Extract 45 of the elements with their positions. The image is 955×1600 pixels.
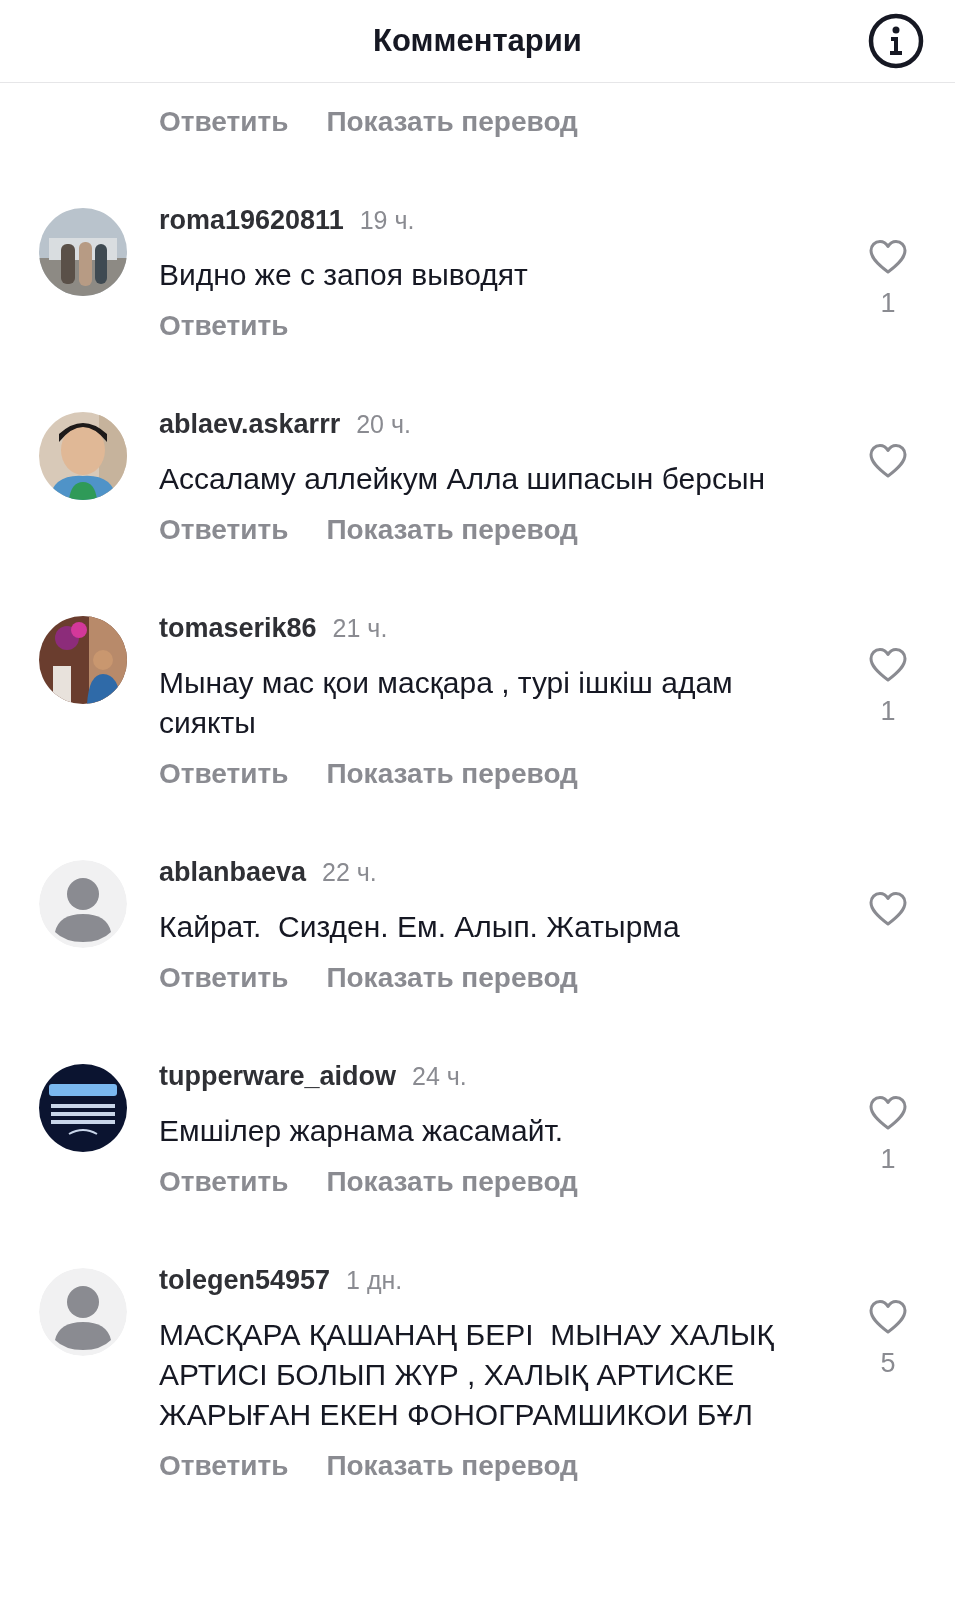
comment-text: Ассаламу аллейкум Алла шипасын берсын bbox=[159, 461, 766, 497]
comment-time: 22 ч. bbox=[322, 857, 377, 888]
reply-link[interactable]: Ответить bbox=[159, 102, 289, 142]
like-count: 5 bbox=[880, 1348, 896, 1379]
info-icon[interactable] bbox=[867, 12, 925, 70]
heart-icon[interactable] bbox=[868, 1298, 908, 1336]
reply-link[interactable]: Ответить bbox=[159, 1162, 289, 1202]
heart-icon[interactable] bbox=[868, 646, 908, 684]
reply-link[interactable]: Ответить bbox=[159, 958, 289, 998]
like-count: 1 bbox=[880, 288, 896, 319]
comment-text: Видно же с запоя выводят bbox=[159, 257, 529, 293]
default-avatar-icon bbox=[39, 1268, 127, 1356]
header-title: Комментарии bbox=[373, 23, 582, 59]
username[interactable]: tupperware_aidow bbox=[159, 1058, 397, 1094]
heart-icon[interactable] bbox=[868, 238, 908, 276]
translate-link[interactable]: Показать перевод bbox=[326, 1446, 578, 1486]
translate-link[interactable]: Показать перевод bbox=[326, 958, 578, 998]
comment-text: МАСҚАРА ҚАШАНАҢ БЕРІ МЫНАУ ХАЛЫҚ АРТИСІ БОЛЫП ЖҮР , ХАЛЫҚ АРТИСКЕ ЖАРЫҒАН ЕКЕН ФОНОГРАМШИКОИ БҰЛ bbox=[159, 1317, 775, 1433]
like-count: 1 bbox=[880, 1144, 896, 1175]
translate-link[interactable]: Показать перевод bbox=[326, 102, 578, 142]
reply-link[interactable]: Ответить bbox=[159, 1446, 289, 1486]
reply-link[interactable]: Ответить bbox=[159, 510, 289, 550]
username[interactable]: tolegen54957 bbox=[159, 1262, 331, 1298]
username[interactable]: tomaserik86 bbox=[159, 610, 317, 646]
reply-link[interactable]: Ответить bbox=[159, 754, 289, 794]
comment-text: Емшілер жарнама жасамайт. bbox=[159, 1113, 565, 1149]
heart-icon[interactable] bbox=[868, 890, 908, 928]
translate-link[interactable]: Показать перевод bbox=[326, 1162, 578, 1202]
reply-link[interactable]: Ответить bbox=[159, 306, 289, 346]
username[interactable]: roma19620811 bbox=[159, 202, 344, 238]
comment-text: Мынау мас қои масқара , турі ішкіш адам сиякты bbox=[159, 665, 734, 741]
username[interactable]: ablanbaeva bbox=[159, 854, 307, 890]
default-avatar-icon bbox=[39, 860, 127, 948]
translate-link[interactable]: Показать перевод bbox=[326, 754, 578, 794]
username[interactable]: ablaev.askarrr bbox=[159, 406, 341, 442]
heart-icon[interactable] bbox=[868, 442, 908, 480]
heart-icon[interactable] bbox=[868, 1094, 908, 1132]
comment-text: Кайрат. Сизден. Ем. Алып. Жатырма bbox=[159, 909, 681, 945]
comment-time: 20 ч. bbox=[356, 409, 411, 440]
like-count: 1 bbox=[880, 696, 896, 727]
comment-time: 1 дн. bbox=[346, 1265, 403, 1296]
comment-time: 24 ч. bbox=[412, 1061, 467, 1092]
comment-time: 19 ч. bbox=[359, 205, 415, 236]
comment-time: 21 ч. bbox=[332, 613, 388, 644]
translate-link[interactable]: Показать перевод bbox=[326, 510, 578, 550]
